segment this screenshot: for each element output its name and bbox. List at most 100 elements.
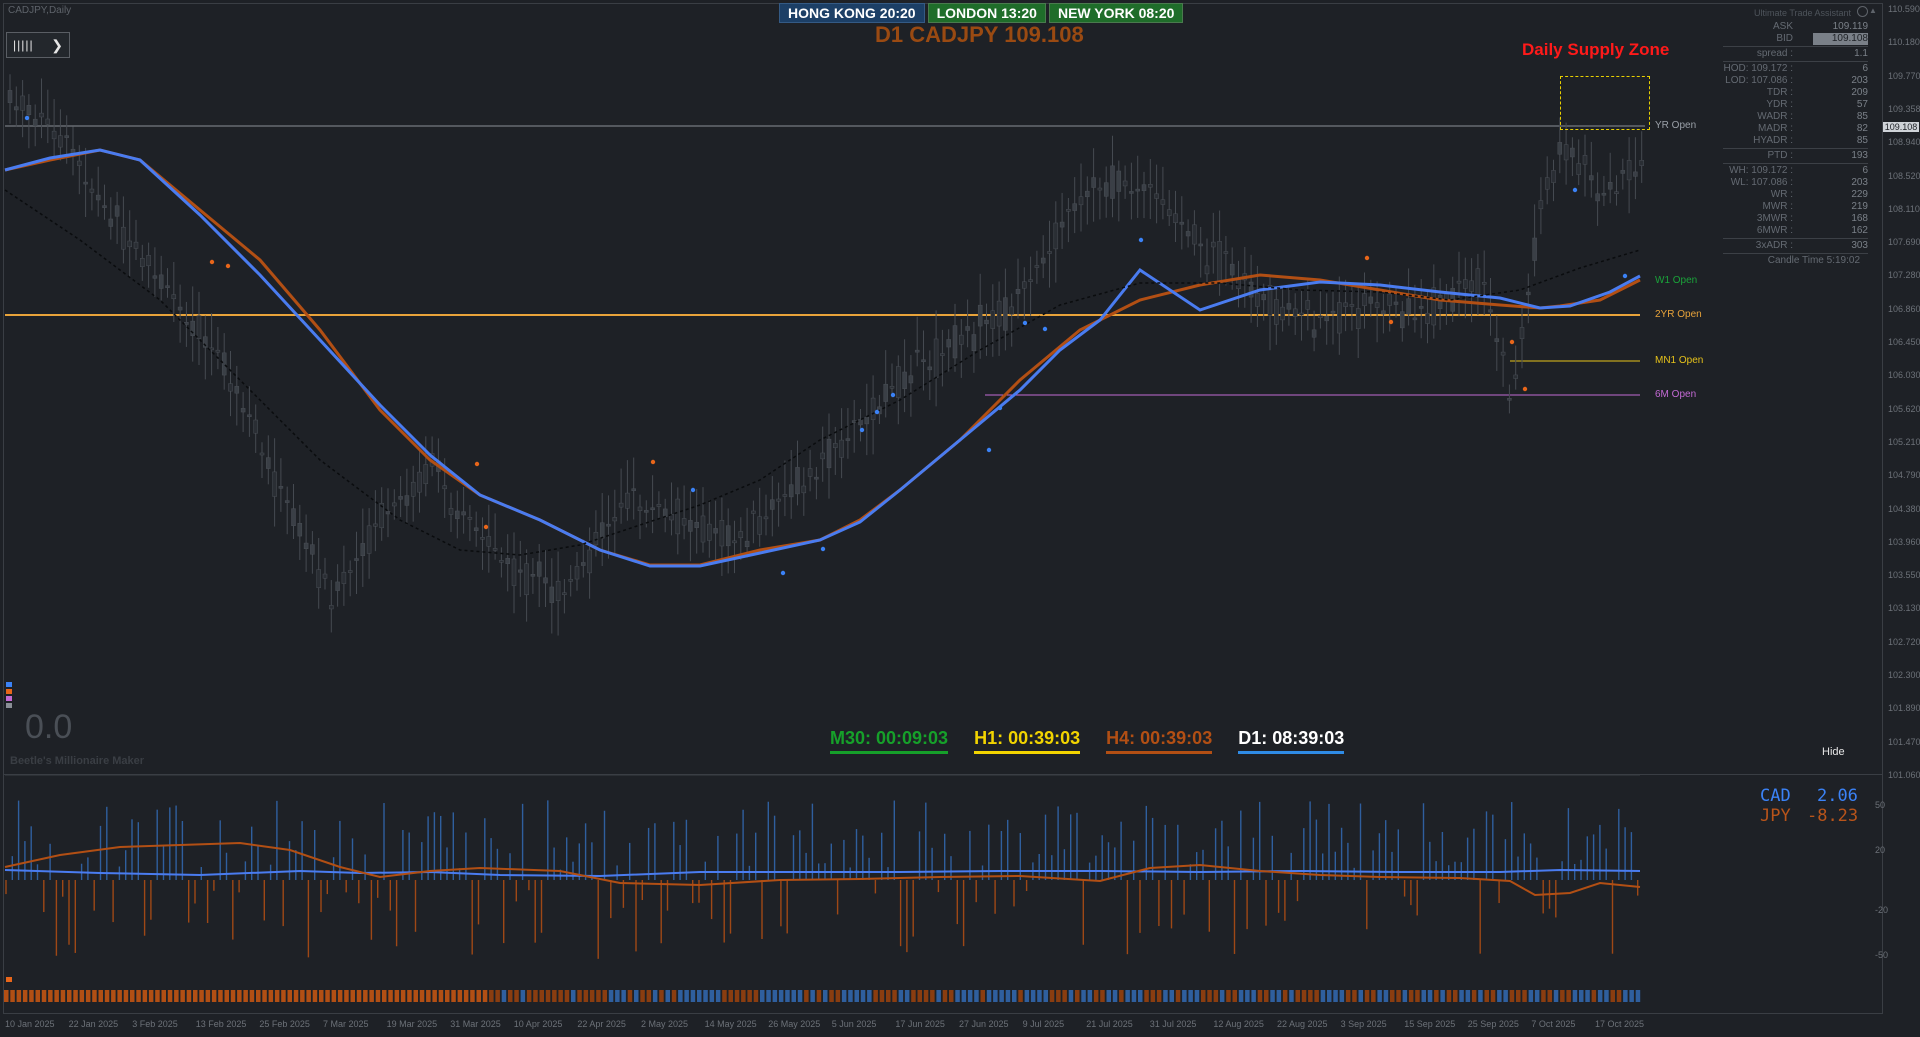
price-badge: 0.0 bbox=[25, 708, 73, 746]
signal-dot bbox=[820, 546, 826, 552]
histogram-cell bbox=[331, 990, 337, 1002]
mn1-open-label: MN1 Open bbox=[1655, 355, 1704, 366]
candle-body bbox=[833, 443, 838, 448]
histogram-cell bbox=[936, 990, 941, 1002]
histogram-cell bbox=[1585, 990, 1590, 1002]
wl-value: 203 bbox=[1851, 177, 1868, 188]
histogram-cell bbox=[1390, 990, 1395, 1002]
histogram-cell bbox=[634, 990, 639, 1002]
histogram-cell bbox=[508, 990, 513, 1002]
date-tick: 2 May 2025 bbox=[641, 1019, 689, 1029]
histogram-cell bbox=[1541, 990, 1546, 1002]
date-tick: 19 Mar 2025 bbox=[386, 1019, 438, 1029]
candle-body bbox=[990, 310, 996, 329]
histogram-cell bbox=[1075, 990, 1080, 1002]
histogram-cell bbox=[980, 990, 985, 1002]
histogram-cell bbox=[382, 990, 387, 1002]
candle-body bbox=[1022, 281, 1027, 289]
cad-strength: CAD 2.06 bbox=[1760, 786, 1858, 806]
sub-marker-orange bbox=[6, 977, 12, 982]
histogram-cell bbox=[1566, 990, 1571, 1002]
candle-body bbox=[1494, 338, 1500, 342]
histogram-cell bbox=[1251, 990, 1256, 1002]
histogram-cell bbox=[640, 990, 645, 1002]
candle-body bbox=[1097, 187, 1103, 191]
histogram-cell bbox=[306, 990, 311, 1002]
hyadr-label: HYADR : bbox=[1753, 135, 1793, 146]
ask-label: ASK bbox=[1772, 21, 1793, 32]
candle-body bbox=[39, 112, 44, 118]
wr-value: 229 bbox=[1851, 189, 1868, 200]
candle-body bbox=[688, 520, 693, 532]
candle-body bbox=[1103, 182, 1109, 197]
histogram-cell bbox=[1635, 990, 1641, 1002]
candle-body bbox=[221, 352, 227, 376]
candle-body bbox=[675, 498, 681, 535]
price-axis-tick: 108.520 bbox=[1888, 170, 1920, 181]
histogram-cell bbox=[1415, 990, 1420, 1002]
candle-body bbox=[1607, 182, 1613, 190]
histogram-cell bbox=[930, 990, 935, 1002]
jpy-code: JPY bbox=[1760, 806, 1791, 826]
hod-value: 6 bbox=[1862, 63, 1868, 74]
wadr-value: 85 bbox=[1856, 111, 1868, 122]
candle-body bbox=[1085, 190, 1090, 198]
timer-m30: M30: 00:09:03 bbox=[830, 728, 949, 754]
candle-body bbox=[196, 315, 202, 339]
histogram-cell bbox=[1497, 990, 1502, 1002]
histogram-cell bbox=[1402, 990, 1408, 1002]
candle-body bbox=[757, 516, 762, 535]
currency-strength-chart[interactable] bbox=[0, 775, 1880, 1015]
candle-body bbox=[530, 574, 536, 577]
candle-body bbox=[89, 188, 95, 193]
hide-button[interactable]: Hide bbox=[1822, 746, 1845, 758]
histogram-cell bbox=[319, 990, 324, 1002]
histogram-cell bbox=[1043, 990, 1048, 1002]
candle-body bbox=[870, 397, 876, 420]
candle-body bbox=[341, 571, 347, 584]
candle-body bbox=[461, 511, 466, 516]
candle-body bbox=[921, 359, 926, 363]
date-tick: 10 Apr 2025 bbox=[513, 1019, 563, 1029]
candle-body bbox=[228, 383, 233, 392]
w1-open-label: W1 Open bbox=[1655, 275, 1698, 286]
histogram-cell bbox=[1327, 990, 1332, 1002]
candle-body bbox=[751, 510, 756, 514]
candle-body bbox=[234, 386, 240, 394]
candle-body bbox=[1418, 306, 1424, 309]
histogram-cell bbox=[155, 990, 160, 1002]
lod-label: LOD: 107.086 : bbox=[1725, 75, 1793, 86]
histogram-cell bbox=[564, 990, 570, 1002]
candle-body bbox=[1544, 177, 1550, 190]
candle-body bbox=[1154, 193, 1159, 199]
histogram-cell bbox=[1604, 990, 1609, 1002]
histogram-cell bbox=[4, 990, 9, 1002]
date-tick: 25 Feb 2025 bbox=[259, 1019, 310, 1029]
candle-body bbox=[807, 468, 813, 477]
candle-body bbox=[1614, 191, 1619, 195]
histogram-cell bbox=[1030, 990, 1036, 1002]
signal-dot bbox=[650, 459, 656, 465]
price-axis-tick: 108.110 bbox=[1888, 203, 1920, 214]
price-axis-tick: 105.210 bbox=[1888, 436, 1920, 447]
date-tick: 27 Jun 2025 bbox=[959, 1019, 1009, 1029]
candle-body bbox=[455, 510, 460, 520]
histogram-cell bbox=[1623, 990, 1628, 1002]
candle-body bbox=[1330, 310, 1336, 314]
candle-body bbox=[1324, 316, 1329, 322]
histogram-cell bbox=[495, 990, 500, 1002]
candle-body bbox=[152, 275, 158, 279]
candle-body bbox=[505, 558, 510, 564]
hyadr-value: 85 bbox=[1856, 135, 1868, 146]
3xadr-label: 3xADR : bbox=[1755, 240, 1793, 251]
candle-body bbox=[329, 605, 334, 610]
histogram-cell bbox=[942, 990, 948, 1002]
histogram-cell bbox=[659, 990, 664, 1002]
date-tick: 15 Sep 2025 bbox=[1404, 1019, 1456, 1029]
candle-body bbox=[1343, 302, 1348, 307]
histogram-cell bbox=[602, 990, 607, 1002]
histogram-cell bbox=[1358, 990, 1363, 1002]
histogram-cell bbox=[1503, 990, 1508, 1002]
3mwr-label: 3MWR : bbox=[1756, 213, 1793, 224]
stats-panel: ASK 109.119 BID 109.108 spread : 1.1 HOD: 1… bbox=[1723, 21, 1868, 267]
